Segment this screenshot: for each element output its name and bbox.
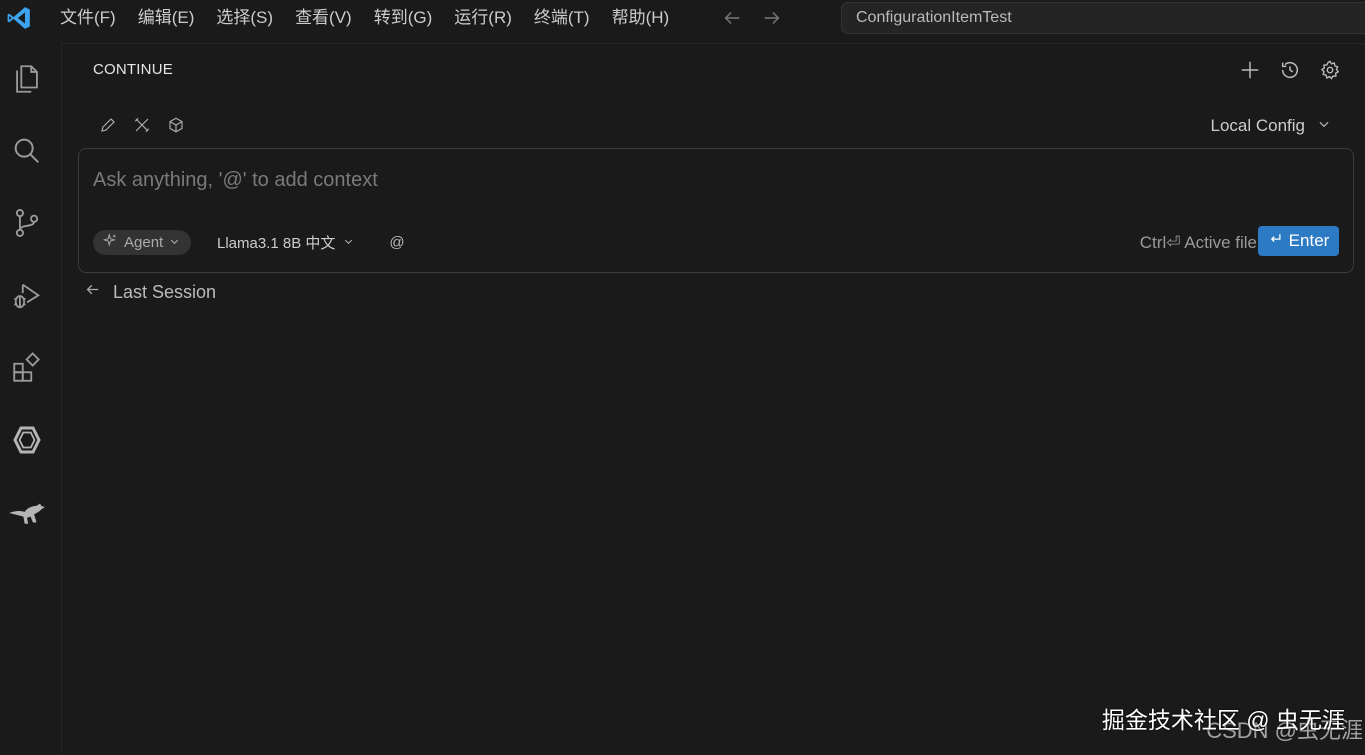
panel-actions — [1237, 57, 1343, 83]
return-key-icon — [1268, 231, 1283, 251]
chat-input-box[interactable]: Ask anything, '@' to add context Agent L… — [78, 148, 1354, 273]
enter-submit-button[interactable]: Enter — [1258, 226, 1339, 256]
title-bar: 文件(F) 编辑(E) 选择(S) 查看(V) 转到(G) 运行(R) 终端(T… — [0, 0, 1365, 36]
run-debug-icon[interactable] — [7, 276, 47, 316]
search-icon[interactable] — [7, 131, 47, 171]
panel-title: CONTINUE — [93, 61, 173, 78]
new-session-plus-icon[interactable] — [1237, 57, 1263, 83]
continue-icon[interactable] — [7, 420, 47, 460]
vscode-logo-icon — [2, 0, 36, 36]
menu-run[interactable]: 运行(R) — [444, 0, 524, 36]
chevron-down-icon — [1317, 116, 1331, 136]
source-control-icon[interactable] — [7, 203, 47, 243]
arrow-left-icon — [84, 281, 101, 303]
activity-bar — [0, 43, 62, 755]
pencil-icon[interactable] — [97, 114, 119, 136]
active-file-shortcut-hint[interactable]: Ctrl⏎ Active file — [1140, 230, 1257, 255]
extensions-icon[interactable] — [7, 348, 47, 388]
explorer-icon[interactable] — [7, 59, 47, 99]
menu-selection[interactable]: 选择(S) — [206, 0, 285, 36]
vscode-window: 文件(F) 编辑(E) 选择(S) 查看(V) 转到(G) 运行(R) 终端(T… — [0, 0, 1365, 755]
settings-gear-icon[interactable] — [1317, 57, 1343, 83]
back-arrow-icon[interactable] — [719, 5, 745, 31]
enter-button-label: Enter — [1288, 231, 1330, 250]
kangaroo-icon[interactable] — [7, 493, 47, 533]
sparkle-icon — [102, 233, 118, 252]
agent-mode-selector[interactable]: Agent — [93, 230, 192, 255]
add-context-at-button[interactable]: @ — [387, 230, 407, 255]
cube-icon[interactable] — [165, 114, 187, 136]
last-session-label: Last Session — [113, 281, 217, 302]
menu-file[interactable]: 文件(F) — [50, 0, 128, 36]
menu-view[interactable]: 查看(V) — [285, 0, 364, 36]
chevron-down-icon — [343, 234, 354, 251]
chevron-down-icon — [169, 234, 180, 251]
command-center-search[interactable]: ConfigurationItemTest — [841, 2, 1365, 34]
title-bar-divider — [0, 43, 1365, 44]
config-label: Local Config — [1210, 116, 1305, 135]
last-session-link[interactable]: Last Session — [84, 281, 216, 303]
forward-arrow-icon[interactable] — [759, 5, 785, 31]
config-selector[interactable]: Local Config — [1210, 116, 1331, 136]
menu-go[interactable]: 转到(G) — [364, 0, 445, 36]
command-center-text: ConfigurationItemTest — [856, 9, 1012, 26]
watermark-juejin: 掘金技术社区 @ 虫无涯 — [1101, 707, 1345, 733]
tools-icon[interactable] — [131, 114, 153, 136]
model-label: Llama3.1 8B 中文 — [217, 235, 336, 252]
chat-input-placeholder[interactable]: Ask anything, '@' to add context — [93, 169, 378, 192]
menu-terminal[interactable]: 终端(T) — [524, 0, 602, 36]
history-icon[interactable] — [1277, 57, 1303, 83]
navigation-arrows — [719, 5, 785, 31]
model-selector[interactable]: Llama3.1 8B 中文 — [217, 230, 354, 255]
menu-edit[interactable]: 编辑(E) — [128, 0, 207, 36]
agent-mode-label: Agent — [124, 234, 164, 251]
menu-bar: 文件(F) 编辑(E) 选择(S) 查看(V) 转到(G) 运行(R) 终端(T… — [50, 0, 681, 36]
mode-toolbar — [97, 114, 187, 136]
menu-help[interactable]: 帮助(H) — [602, 0, 682, 36]
